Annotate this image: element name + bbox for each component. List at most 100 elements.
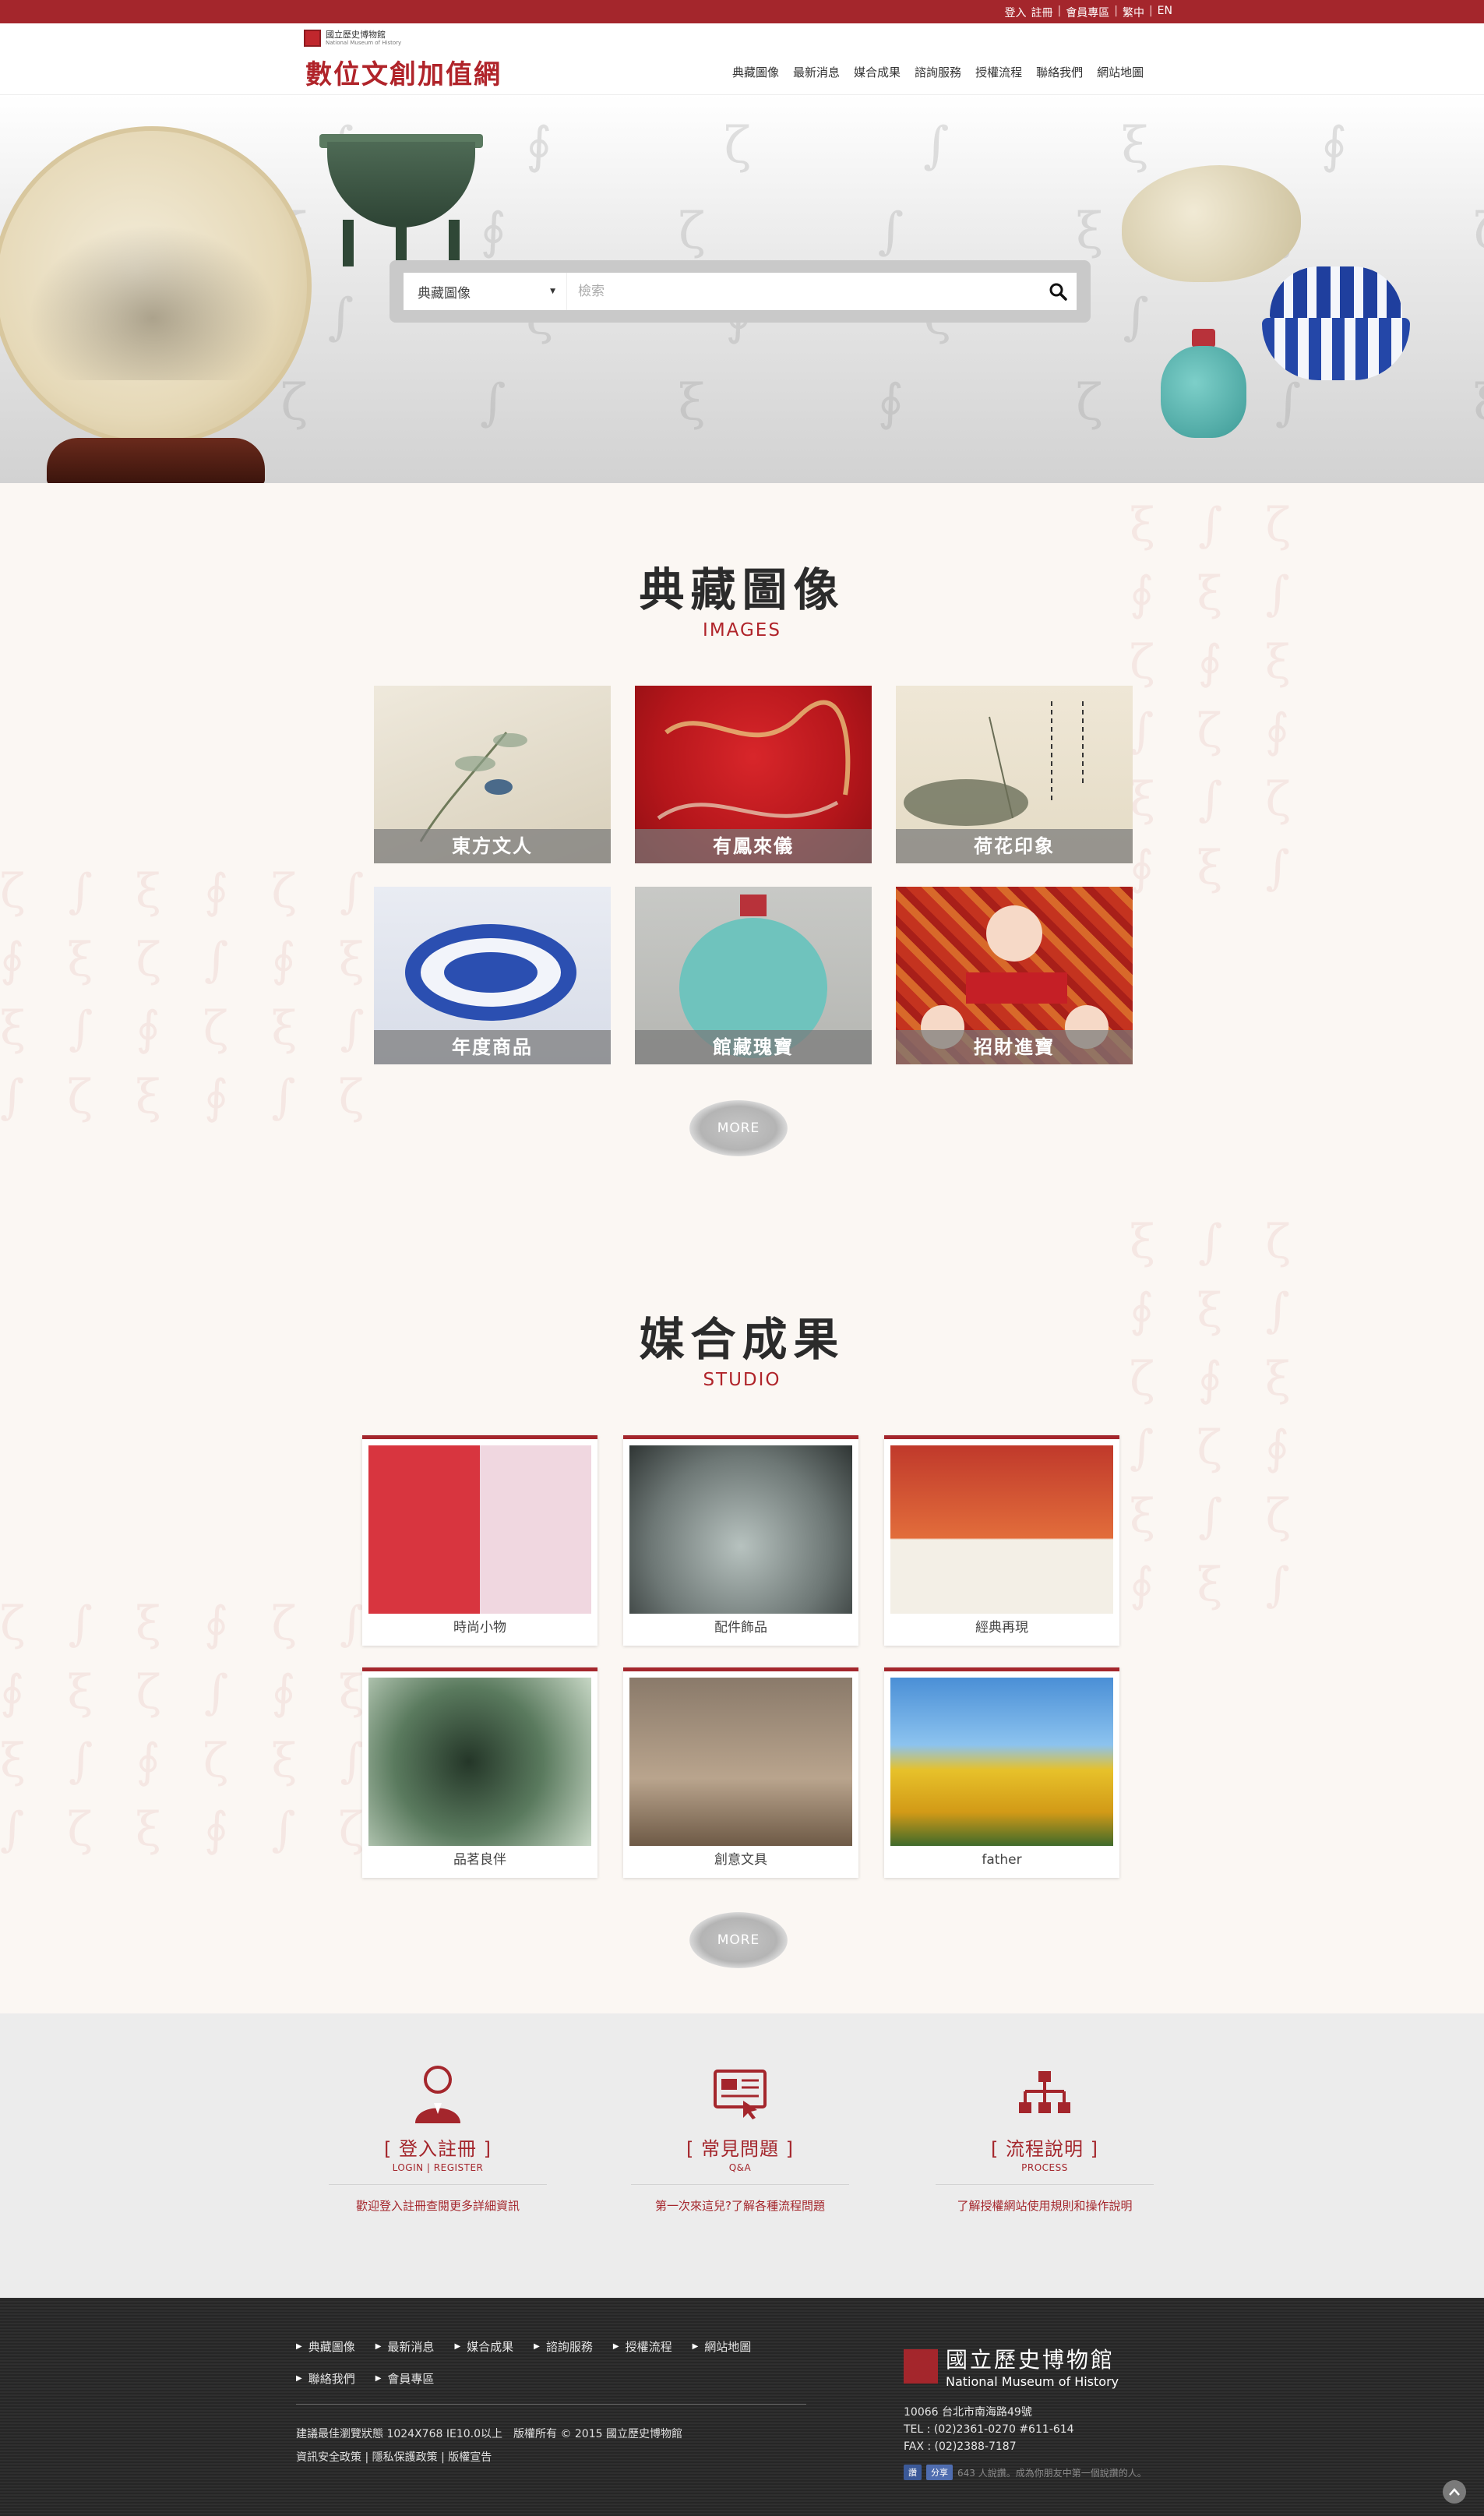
nav-item-images[interactable]: 典藏圖像 bbox=[732, 64, 779, 80]
feature-login-register[interactable]: [ 登入註冊 ] LOGIN | REGISTER 歡迎登入註冊查閱更多詳細資訊 bbox=[329, 2060, 547, 2214]
footer-nav-sitemap[interactable]: ▶ 網站地圖 bbox=[693, 2338, 752, 2355]
flowchart-icon bbox=[1013, 2060, 1076, 2127]
image-card-lotus[interactable]: 荷花印象 bbox=[896, 686, 1133, 863]
footer-nav-contact[interactable]: ▶ 聯絡我們 bbox=[296, 2370, 355, 2387]
museum-fax: FAX : (02)2388-7187 bbox=[904, 2440, 1017, 2453]
nav-item-news[interactable]: 最新消息 bbox=[793, 64, 840, 80]
studio-card-tea[interactable]: 品茗良伴 bbox=[362, 1667, 597, 1878]
studio-card-classic[interactable]: 經典再現 bbox=[884, 1435, 1119, 1646]
nav-item-contact[interactable]: 聯絡我們 bbox=[1036, 64, 1083, 80]
keychain-photo bbox=[368, 1445, 591, 1614]
search-icon bbox=[1049, 283, 1067, 301]
nav-item-studio[interactable]: 媒合成果 bbox=[854, 64, 901, 80]
register-link[interactable]: 註冊 bbox=[1031, 5, 1053, 20]
lang-zh-link[interactable]: 繁中 bbox=[1123, 5, 1144, 20]
facebook-share-button[interactable]: 分享 bbox=[926, 2465, 953, 2480]
feature-subtitle: LOGIN | REGISTER bbox=[392, 2162, 484, 2173]
user-icon bbox=[407, 2060, 469, 2127]
policy-links: 資訊安全政策 | 隱私保護政策 | 版權宣告 bbox=[296, 2451, 492, 2464]
footer-nav-studio[interactable]: ▶ 媒合成果 bbox=[454, 2338, 513, 2355]
studio-section-subtitle: STUDIO bbox=[703, 1370, 781, 1390]
blue-white-box-image bbox=[1254, 266, 1418, 383]
nav-item-consulting[interactable]: 諮詢服務 bbox=[915, 64, 961, 80]
search-category-value: 典藏圖像 bbox=[418, 285, 471, 302]
footer-nav: ▶ 典藏圖像 ▶ 最新消息 ▶ 媒合成果 ▶ 諮詢服務 ▶ 授權流程 ▶ 網站地圖 ▶ 聯絡我… bbox=[296, 2338, 810, 2387]
hero-banner: ∫ ∮ ζ ∫ ξ ∮ ζ ∫ ξ ∮ ζ ∫ ξ ∮ ζ ∫ ξ ∮ ζ ∫ … bbox=[0, 95, 1484, 483]
feature-process[interactable]: [ 流程說明 ] PROCESS 了解授權網站使用規則和操作說明 bbox=[936, 2060, 1154, 2214]
image-card-annual[interactable]: 年度商品 bbox=[374, 887, 611, 1064]
doll-figurine-photo bbox=[629, 1678, 852, 1846]
chevron-up-icon bbox=[1449, 2488, 1460, 2496]
security-policy-link[interactable]: 資訊安全政策 bbox=[296, 2451, 361, 2464]
triangle-right-icon: ▶ bbox=[692, 2342, 699, 2351]
image-card-label: 年度商品 bbox=[374, 1030, 611, 1064]
copyright-notice-link[interactable]: 版權宣告 bbox=[448, 2451, 492, 2464]
footer-nav-consulting[interactable]: ▶ 諮詢服務 bbox=[534, 2338, 593, 2355]
separator: | bbox=[1148, 5, 1153, 17]
lang-en-link[interactable]: EN bbox=[1158, 5, 1172, 20]
feature-faq[interactable]: [ 常見問題 ] Q&A 第一次來這兒?了解各種流程問題 bbox=[631, 2060, 849, 2214]
search-button[interactable] bbox=[1039, 273, 1077, 310]
studio-card-stationery[interactable]: 創意文具 bbox=[623, 1667, 858, 1878]
image-card-fortune[interactable]: 招財進寶 bbox=[896, 887, 1133, 1064]
page: 登入 註冊 | 會員專區 | 繁中 | EN 國立歷史博物館 National … bbox=[0, 0, 1484, 2516]
feature-title: [ 登入註冊 ] bbox=[384, 2138, 492, 2160]
feature-title: [ 流程說明 ] bbox=[991, 2138, 1098, 2160]
image-card-treasure[interactable]: 館藏瑰寶 bbox=[635, 887, 872, 1064]
tulips-photo bbox=[890, 1678, 1113, 1846]
image-card-phoenix[interactable]: 有鳳來儀 bbox=[635, 686, 872, 863]
museum-seal-icon bbox=[904, 2348, 938, 2384]
triangle-right-icon: ▶ bbox=[296, 2374, 302, 2383]
footer-nav-images[interactable]: ▶ 典藏圖像 bbox=[296, 2338, 355, 2355]
museum-seal-icon bbox=[304, 30, 321, 47]
museum-logo[interactable]: 國立歷史博物館 National Museum of History bbox=[904, 2343, 1119, 2389]
top-bar-links: 登入 註冊 | 會員專區 | 繁中 | EN bbox=[1005, 5, 1172, 20]
search-input[interactable] bbox=[567, 273, 1039, 310]
image-card-label: 東方文人 bbox=[374, 829, 611, 863]
studio-section-title: 媒合成果 bbox=[639, 1313, 845, 1366]
search-box: 典藏圖像 ▼ bbox=[404, 273, 1077, 310]
footer-nav-news[interactable]: ▶ 最新消息 bbox=[375, 2338, 435, 2355]
museum-small-logo[interactable]: 國立歷史博物館 National Museum of History bbox=[304, 30, 401, 47]
images-grid: 東方文人 有鳳來儀 荷花印象 年度商品 館藏瑰寶 招財進寶 bbox=[374, 686, 1133, 1064]
pendant-photo bbox=[629, 1445, 852, 1614]
image-card-label: 荷花印象 bbox=[896, 829, 1133, 863]
triangle-right-icon: ▶ bbox=[296, 2342, 302, 2351]
studio-more-button[interactable]: MORE bbox=[689, 1912, 788, 1968]
museum-contact-info: 10066 台北市南海路49號 TEL : (02)2361-0270 #611… bbox=[904, 2404, 1074, 2455]
images-more-button[interactable]: MORE bbox=[689, 1100, 788, 1156]
tea-cup-photo bbox=[368, 1678, 591, 1846]
studio-card-accessories[interactable]: 配件飾品 bbox=[623, 1435, 858, 1646]
museum-name: 國立歷史博物館 bbox=[946, 2347, 1116, 2373]
login-link[interactable]: 登入 bbox=[1005, 5, 1027, 20]
member-area-link[interactable]: 會員專區 bbox=[1066, 5, 1109, 20]
search-category-select[interactable]: 典藏圖像 ▼ bbox=[404, 273, 567, 310]
triangle-right-icon: ▶ bbox=[534, 2342, 540, 2351]
main-nav: 典藏圖像 最新消息 媒合成果 諮詢服務 授權流程 聯絡我們 網站地圖 bbox=[732, 64, 1144, 80]
nav-item-licensing[interactable]: 授權流程 bbox=[975, 64, 1022, 80]
feature-title: [ 常見問題 ] bbox=[686, 2138, 794, 2160]
footer-nav-licensing[interactable]: ▶ 授權流程 bbox=[613, 2338, 672, 2355]
footer-nav-member[interactable]: ▶ 會員專區 bbox=[375, 2370, 435, 2387]
studio-card-label: father bbox=[982, 1852, 1022, 1868]
privacy-policy-link[interactable]: 隱私保護政策 bbox=[372, 2451, 438, 2464]
search-panel: 典藏圖像 ▼ bbox=[390, 260, 1091, 323]
footer-divider bbox=[296, 2404, 806, 2405]
studio-card-fashion[interactable]: 時尚小物 bbox=[362, 1435, 597, 1646]
separator: | bbox=[1114, 5, 1118, 17]
image-card-literati[interactable]: 東方文人 bbox=[374, 686, 611, 863]
triangle-right-icon: ▶ bbox=[454, 2342, 461, 2351]
facebook-like-button[interactable]: 讚 bbox=[904, 2465, 922, 2480]
images-section-subtitle: IMAGES bbox=[703, 620, 781, 640]
site-title[interactable]: 數位文創加值網 bbox=[305, 53, 502, 91]
separator: | bbox=[1057, 5, 1062, 17]
main-content: ξ ∫ ζ ∮ ξ ∫ ζ ∮ ξ ∫ ζ ∮ ξ ∫ ζ ∮ ξ ∫ ζ ∫ … bbox=[0, 483, 1484, 2013]
facebook-like-count: 643 人說讚。成為你朋友中第一個說讚的人。 bbox=[957, 2467, 1147, 2479]
back-to-top-button[interactable] bbox=[1443, 2480, 1466, 2504]
image-card-label: 有鳳來儀 bbox=[635, 829, 872, 863]
image-card-label: 招財進寶 bbox=[896, 1030, 1133, 1064]
studio-card-father[interactable]: father bbox=[884, 1667, 1119, 1878]
feature-subtitle: Q&A bbox=[728, 2162, 752, 2173]
nav-item-sitemap[interactable]: 網站地圖 bbox=[1097, 64, 1144, 80]
feature-description: 歡迎登入註冊查閱更多詳細資訊 bbox=[355, 2199, 520, 2213]
